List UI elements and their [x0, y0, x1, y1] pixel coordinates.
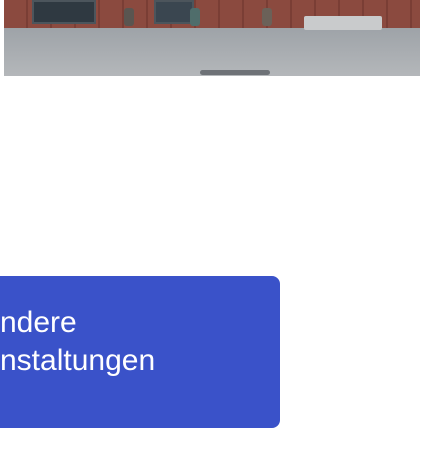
event-photo: [4, 0, 420, 76]
photo-window: [32, 0, 96, 24]
page: ndere nstaltungen: [0, 0, 422, 457]
photo-figure: [190, 8, 200, 26]
photo-window: [154, 0, 194, 24]
photo-bench: [304, 16, 382, 30]
more-events-button[interactable]: ndere nstaltungen: [0, 276, 280, 428]
photo-ground: [4, 28, 420, 76]
photo-figure: [262, 8, 272, 26]
more-events-label-line1: ndere: [0, 306, 77, 339]
photo-figure: [124, 8, 134, 26]
more-events-label-line2: nstaltungen: [0, 344, 156, 377]
photo-shadow: [200, 70, 270, 75]
